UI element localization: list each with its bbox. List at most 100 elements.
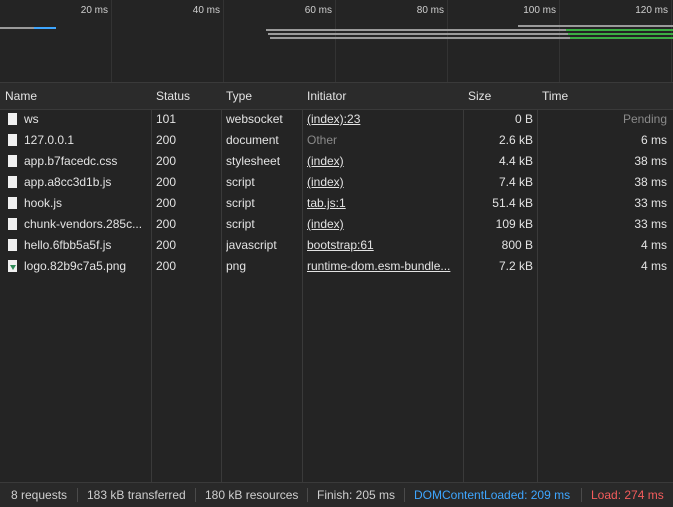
tick-line: [111, 0, 112, 82]
divider: [77, 488, 78, 502]
request-size: 800 B: [501, 238, 533, 252]
request-initiator[interactable]: (index): [307, 214, 457, 235]
table-row[interactable]: app.b7facedc.css 200 stylesheet (index) …: [0, 151, 673, 172]
request-status: 200: [156, 217, 177, 231]
request-name[interactable]: hello.6fbb5a5f.js: [24, 235, 148, 256]
request-count: 8 requests: [11, 488, 68, 502]
request-status: 200: [156, 196, 177, 210]
column-header-name[interactable]: Name: [5, 83, 145, 109]
transferred-size: 183 kB transferred: [87, 488, 186, 502]
request-size: 7.4 kB: [498, 175, 533, 189]
document-icon: [8, 197, 17, 209]
request-time: 33 ms: [634, 217, 667, 231]
column-header-status[interactable]: Status: [156, 83, 216, 109]
column-header-time[interactable]: Time: [542, 83, 667, 109]
divider: [307, 488, 308, 502]
tick-line: [559, 0, 560, 82]
request-status: 200: [156, 175, 177, 189]
request-time: 38 ms: [634, 175, 667, 189]
request-time: 4 ms: [640, 238, 667, 252]
request-size: 7.2 kB: [498, 259, 533, 273]
request-type: document: [226, 133, 279, 147]
request-initiator[interactable]: (index): [307, 151, 457, 172]
table-row[interactable]: hook.js 200 script tab.js:1 51.4 kB 33 m…: [0, 193, 673, 214]
table-row[interactable]: app.a8cc3d1b.js 200 script (index) 7.4 k…: [0, 172, 673, 193]
resources-size: 180 kB resources: [205, 488, 299, 502]
document-icon: [8, 155, 17, 167]
table-row[interactable]: ws 101 websocket (index):23 0 B Pending: [0, 109, 673, 130]
column-header-size[interactable]: Size: [468, 83, 532, 109]
tick-label-120: 120 ms: [635, 5, 668, 16]
tick-label-60: 60 ms: [304, 5, 332, 16]
dom-content-loaded-time: DOMContentLoaded: 209 ms: [414, 488, 571, 502]
request-type: script: [226, 217, 255, 231]
table-header: Name Status Type Initiator Size Time: [0, 83, 673, 110]
tick-line: [335, 0, 336, 82]
request-time: 38 ms: [634, 154, 667, 168]
request-type: png: [226, 259, 247, 273]
request-name[interactable]: app.a8cc3d1b.js: [24, 172, 148, 193]
finish-time: Finish: 205 ms: [317, 488, 396, 502]
request-status: 200: [156, 154, 177, 168]
waterfall-bar: [566, 29, 673, 31]
request-size: 51.4 kB: [492, 196, 533, 210]
divider: [581, 488, 582, 502]
request-initiator[interactable]: tab.js:1: [307, 193, 457, 214]
request-name[interactable]: 127.0.0.1: [24, 130, 148, 151]
network-summary-bar: 8 requests 183 kB transferred 180 kB res…: [0, 482, 673, 507]
request-initiator[interactable]: runtime-dom.esm-bundle...: [307, 256, 459, 277]
column-header-type[interactable]: Type: [226, 83, 298, 109]
request-name[interactable]: ws: [24, 109, 148, 130]
tick-line: [223, 0, 224, 82]
tick-label-100: 100 ms: [523, 5, 556, 16]
table-row[interactable]: 127.0.0.1 200 document Other 2.6 kB 6 ms: [0, 130, 673, 151]
request-status: 200: [156, 238, 177, 252]
request-time: 4 ms: [640, 259, 667, 273]
timeline-overview[interactable]: 20 ms 40 ms 60 ms 80 ms 100 ms 120 ms: [0, 0, 673, 83]
request-type: script: [226, 196, 255, 210]
request-size: 109 kB: [495, 217, 533, 231]
waterfall-bar: [0, 27, 34, 29]
waterfall-bar: [568, 33, 673, 35]
column-header-initiator[interactable]: Initiator: [307, 83, 457, 109]
waterfall-bar: [570, 37, 673, 39]
network-request-table: Name Status Type Initiator Size Time ws …: [0, 83, 673, 482]
tick-label-80: 80 ms: [416, 5, 444, 16]
tick-line: [447, 0, 448, 82]
document-icon: [8, 113, 17, 125]
request-size: 2.6 kB: [498, 133, 533, 147]
request-type: stylesheet: [226, 154, 281, 168]
request-time: 33 ms: [634, 196, 667, 210]
document-icon: [8, 176, 17, 188]
request-name[interactable]: hook.js: [24, 193, 148, 214]
request-initiator[interactable]: (index): [307, 172, 457, 193]
waterfall-bar: [268, 33, 568, 35]
tick-label-20: 20 ms: [80, 5, 108, 16]
document-icon: [8, 218, 17, 230]
request-time: 6 ms: [640, 133, 667, 147]
divider: [404, 488, 405, 502]
request-status: 101: [156, 112, 177, 126]
request-initiator[interactable]: bootstrap:61: [307, 235, 457, 256]
image-icon: [8, 260, 17, 272]
waterfall-bar: [266, 29, 566, 31]
table-row[interactable]: hello.6fbb5a5f.js 200 javascript bootstr…: [0, 235, 673, 256]
waterfall-bar: [34, 27, 56, 29]
request-status: 200: [156, 133, 177, 147]
tick-label-40: 40 ms: [192, 5, 220, 16]
request-time: Pending: [622, 112, 667, 126]
request-name[interactable]: chunk-vendors.285c...: [24, 214, 148, 235]
request-type: javascript: [226, 238, 277, 252]
request-status: 200: [156, 259, 177, 273]
divider: [195, 488, 196, 502]
request-name[interactable]: app.b7facedc.css: [24, 151, 148, 172]
request-type: script: [226, 175, 255, 189]
request-initiator[interactable]: (index):23: [307, 109, 457, 130]
request-initiator: Other: [307, 133, 338, 147]
table-row[interactable]: chunk-vendors.285c... 200 script (index)…: [0, 214, 673, 235]
table-row[interactable]: logo.82b9c7a5.png 200 png runtime-dom.es…: [0, 256, 673, 277]
waterfall-bar: [518, 25, 673, 27]
request-name[interactable]: logo.82b9c7a5.png: [24, 256, 148, 277]
request-size: 0 B: [514, 112, 533, 126]
tick-line: [671, 0, 672, 82]
